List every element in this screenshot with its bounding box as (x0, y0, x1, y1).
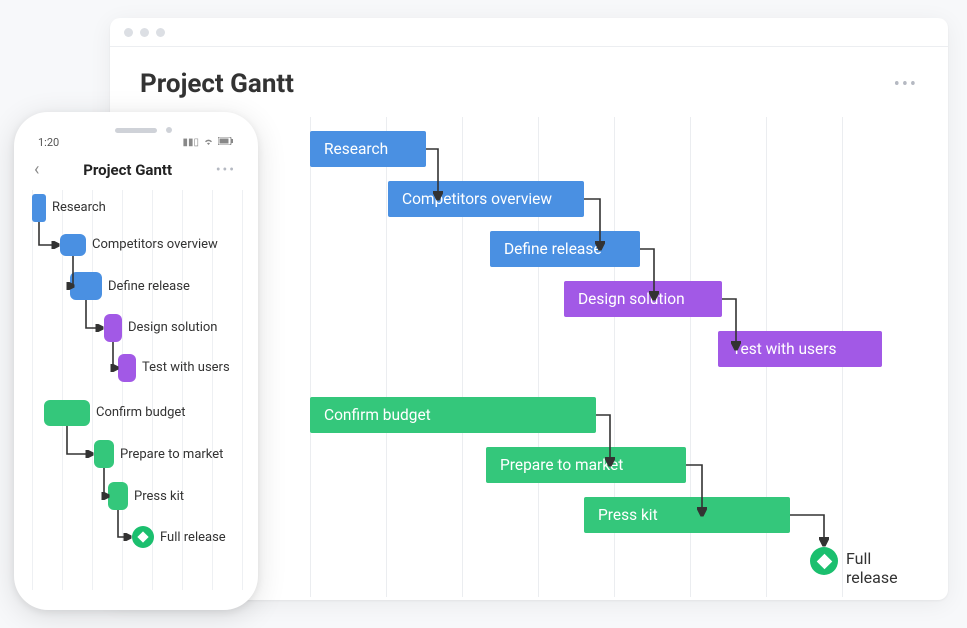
task-bar-research[interactable]: Research (310, 131, 426, 167)
task-bar-design-solution[interactable]: Design solution (564, 281, 722, 317)
traffic-light-close-icon[interactable] (124, 28, 133, 37)
grid-line (32, 190, 33, 590)
task-label: Design solution (128, 320, 217, 335)
phone-gantt-chart[interactable]: Research Competitors overview Define rel… (24, 190, 248, 590)
status-icons: ▮▮▯ (182, 137, 234, 149)
traffic-light-minimize-icon[interactable] (140, 28, 149, 37)
task-label: Prepare to market (500, 456, 623, 474)
phone-screen: 1:20 ▮▮▯ ‹ Project Gantt ••• (22, 120, 250, 602)
wifi-icon (203, 137, 214, 149)
grid-line (310, 117, 311, 597)
grid-line (242, 190, 243, 590)
status-time: 1:20 (38, 136, 59, 149)
task-label: Design solution (578, 290, 685, 308)
phone-title: Project Gantt (83, 161, 172, 179)
phone-speaker-icon (115, 128, 157, 133)
task-label: Confirm budget (324, 406, 431, 424)
desktop-header: Project Gantt ••• (110, 47, 948, 117)
task-label: Competitors overview (402, 190, 552, 208)
milestone-full-release[interactable] (810, 547, 838, 575)
grid-line (386, 117, 387, 597)
status-bar: 1:20 ▮▮▯ (22, 120, 250, 153)
task-bar-confirm-budget[interactable] (44, 400, 90, 426)
task-bar-define-release[interactable]: Define release (490, 231, 640, 267)
gantt-chart[interactable]: Research Competitors overview Define rel… (310, 117, 918, 597)
traffic-light-zoom-icon[interactable] (156, 28, 165, 37)
phone-more-icon[interactable]: ••• (216, 162, 236, 178)
task-label: Prepare to market (120, 447, 223, 462)
back-chevron-icon[interactable]: ‹ (34, 159, 39, 180)
task-bar-test-users[interactable]: Test with users (718, 331, 882, 367)
task-label: Press kit (134, 489, 184, 504)
task-bar-research[interactable] (32, 194, 46, 222)
window-chrome (110, 18, 948, 46)
phone-header: ‹ Project Gantt ••• (22, 153, 250, 190)
task-bar-design-solution[interactable] (104, 314, 122, 342)
task-bar-prepare-market[interactable]: Prepare to market (486, 447, 686, 483)
milestone-label: Full release (846, 549, 918, 587)
task-label: Define release (504, 240, 602, 258)
task-label: Test with users (142, 360, 230, 375)
task-bar-confirm-budget[interactable]: Confirm budget (310, 397, 596, 433)
task-label: Research (52, 200, 106, 215)
task-label: Press kit (598, 506, 658, 524)
milestone-full-release[interactable] (132, 526, 154, 548)
task-label: Define release (108, 279, 190, 294)
milestone-label: Full release (160, 530, 226, 545)
task-bar-test-users[interactable] (118, 354, 136, 382)
task-bar-prepare-market[interactable] (94, 440, 114, 468)
battery-icon (218, 137, 234, 148)
task-bar-competitors[interactable] (60, 234, 86, 256)
phone-device: 1:20 ▮▮▯ ‹ Project Gantt ••• (14, 112, 258, 610)
more-menu-icon[interactable]: ••• (894, 74, 918, 95)
task-bar-competitors[interactable]: Competitors overview (388, 181, 584, 217)
task-label: Competitors overview (92, 237, 218, 252)
task-label: Research (324, 140, 388, 158)
task-label: Test with users (732, 340, 837, 358)
signal-icon: ▮▮▯ (182, 137, 199, 148)
grid-line (918, 117, 919, 597)
task-bar-press-kit[interactable] (108, 482, 128, 510)
page-title: Project Gantt (140, 69, 294, 99)
phone-camera-icon (166, 127, 172, 133)
task-bar-define-release[interactable] (70, 272, 102, 300)
task-label: Confirm budget (96, 405, 186, 420)
task-bar-press-kit[interactable]: Press kit (584, 497, 790, 533)
